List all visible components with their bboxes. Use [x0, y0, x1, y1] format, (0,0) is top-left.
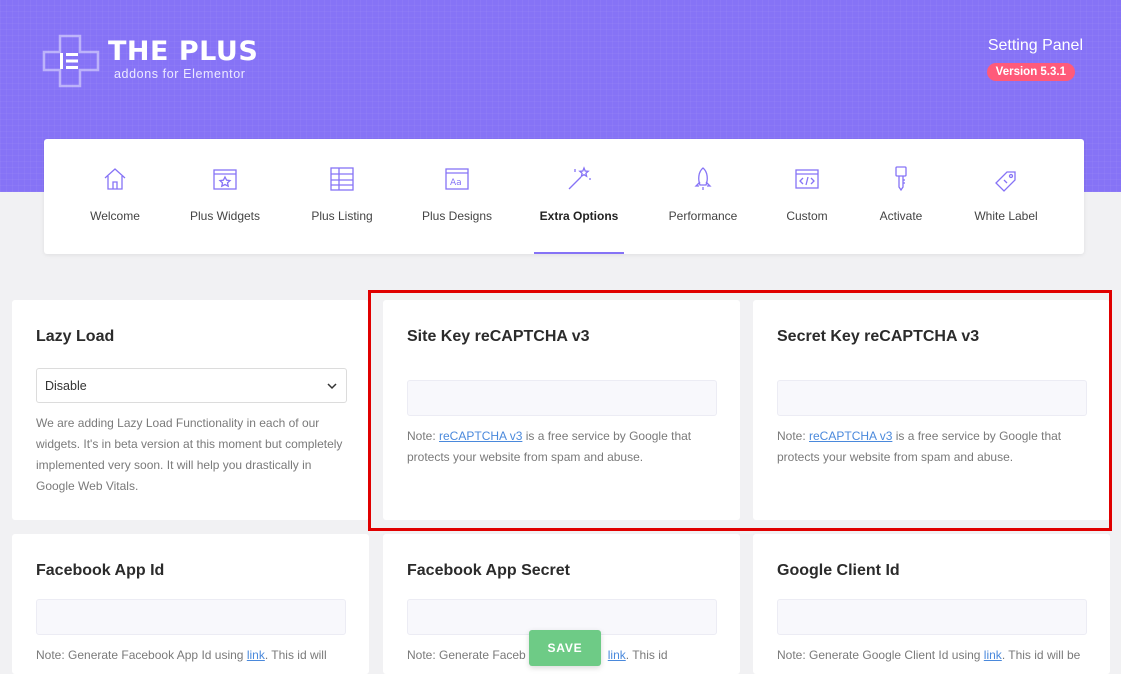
tab-label: Activate — [879, 209, 923, 223]
tab-plus-designs[interactable]: Aa Plus Designs — [419, 139, 495, 254]
tab-label: Plus Listing — [311, 209, 373, 223]
brand-subtitle: addons for Elementor — [114, 67, 246, 81]
designs-icon: Aa — [445, 168, 469, 190]
chevron-down-icon — [327, 383, 337, 390]
google-client-id-note: Note: Generate Google Client Id using li… — [777, 648, 1081, 662]
tab-plus-listing[interactable]: Plus Listing — [306, 139, 378, 254]
select-value: Disable — [45, 379, 87, 393]
tab-white-label[interactable]: White Label — [972, 139, 1040, 254]
card-title: Facebook App Secret — [407, 562, 571, 579]
tab-label: Extra Options — [539, 209, 619, 223]
brand-title: THE PLUS — [108, 36, 259, 67]
generate-link[interactable]: link — [984, 648, 1002, 662]
lazy-load-description: We are adding Lazy Load Functionality in… — [36, 416, 343, 493]
tab-extra-options[interactable]: Extra Options — [534, 139, 624, 254]
tab-label: Performance — [668, 209, 738, 223]
magic-wand-icon — [568, 166, 591, 190]
tab-label: Custom — [786, 209, 828, 223]
tab-performance[interactable]: Performance — [666, 139, 740, 254]
google-client-id-card: Google Client Id Note: Generate Google C… — [753, 534, 1110, 674]
brand-logo[interactable]: THE PLUS addons for Elementor — [42, 30, 272, 90]
svg-text:Aa: Aa — [450, 178, 462, 188]
card-title: Facebook App Id — [36, 562, 165, 579]
home-icon — [104, 168, 126, 190]
save-button[interactable]: SAVE — [529, 630, 601, 666]
tag-icon — [995, 171, 1016, 192]
rocket-icon — [694, 167, 712, 190]
tab-label: White Label — [974, 209, 1038, 223]
settings-tabs: Welcome Plus Widgets Plus Listing Aa Plu… — [44, 139, 1084, 254]
lazy-load-select[interactable]: Disable — [36, 368, 347, 403]
tab-plus-widgets[interactable]: Plus Widgets — [186, 139, 264, 254]
generate-link[interactable]: link — [247, 648, 265, 662]
widget-star-icon — [213, 169, 237, 190]
version-badge: Version 5.3.1 — [986, 63, 1075, 81]
facebook-app-id-note: Note: Generate Facebook App Id using lin… — [36, 648, 327, 662]
tab-label: Plus Widgets — [189, 209, 261, 223]
grid-listing-icon — [330, 167, 354, 191]
tab-custom[interactable]: Custom — [785, 139, 829, 254]
card-title: Lazy Load — [36, 328, 115, 345]
tab-label: Welcome — [90, 209, 140, 223]
panel-title: Setting Panel — [987, 37, 1083, 54]
facebook-app-id-card: Facebook App Id Note: Generate Facebook … — [12, 534, 369, 674]
plus-logo-icon — [42, 34, 100, 88]
generate-link[interactable]: link — [608, 648, 626, 662]
highlight-box — [368, 290, 1112, 531]
code-window-icon — [795, 169, 819, 189]
card-title: Google Client Id — [777, 562, 900, 579]
tab-activate[interactable]: Activate — [878, 139, 924, 254]
key-icon — [895, 166, 907, 192]
facebook-app-id-input[interactable] — [36, 599, 346, 635]
tab-label: Plus Designs — [421, 209, 493, 223]
google-client-id-input[interactable] — [777, 599, 1087, 635]
tab-welcome[interactable]: Welcome — [78, 139, 152, 254]
lazy-load-card: Lazy Load Disable We are adding Lazy Loa… — [12, 300, 369, 520]
